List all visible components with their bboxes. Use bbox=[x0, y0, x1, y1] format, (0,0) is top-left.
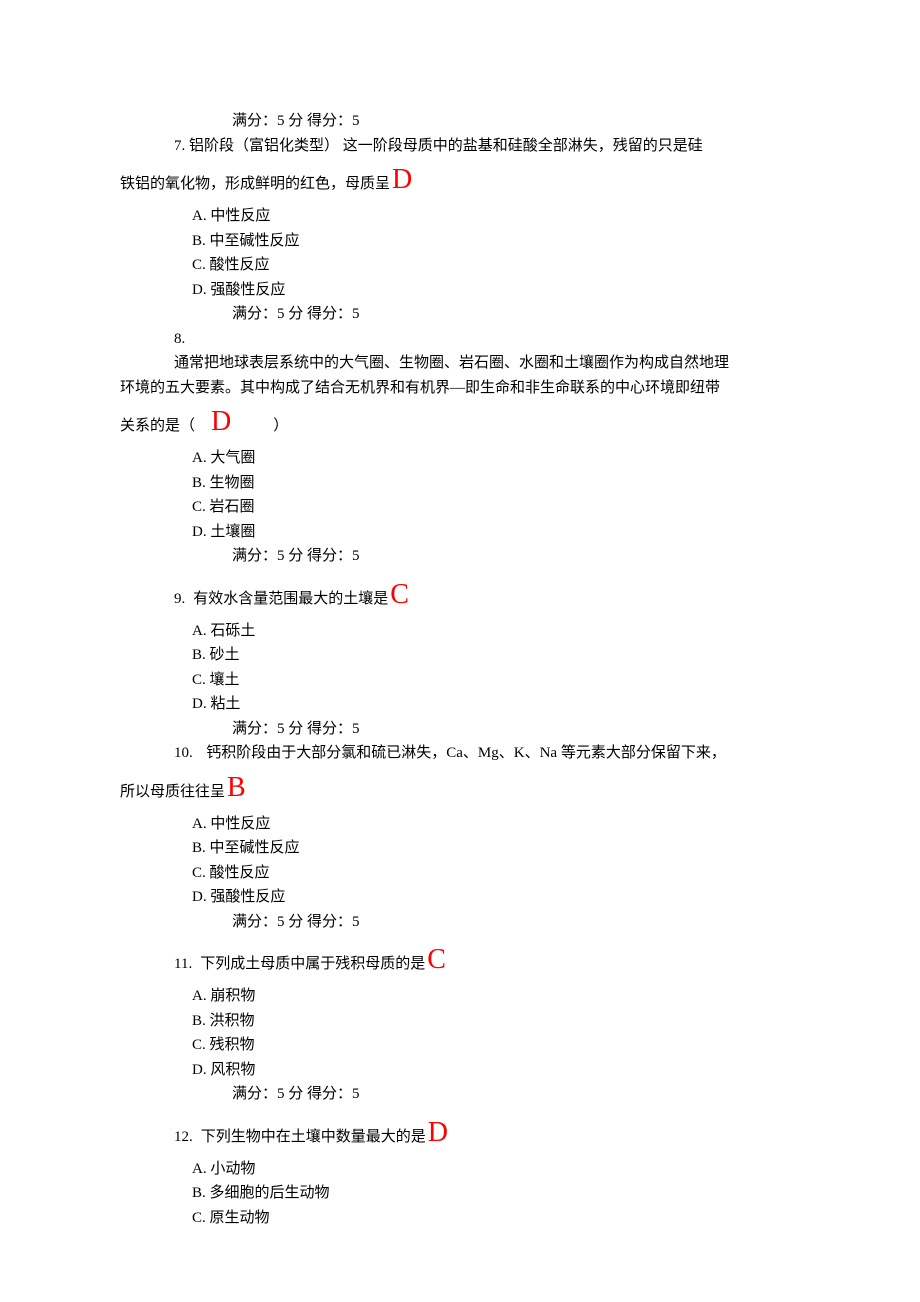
q8-line2: 环境的五大要素。其中构成了结合无机界和有机界—即生命和非生命联系的中心环境即纽带 bbox=[120, 377, 800, 400]
q9-option-a: A. 石砾土 bbox=[192, 620, 800, 643]
q10-option-b: B. 中至碱性反应 bbox=[192, 837, 800, 860]
q8-text3-pre: 关系的是（ bbox=[120, 415, 195, 438]
score-line: 满分：5 分 得分：5 bbox=[232, 110, 800, 133]
q9-line: 9. 有效水含量范围最大的土壤是 C bbox=[174, 574, 800, 616]
score-line-q7: 满分：5 分 得分：5 bbox=[232, 303, 800, 326]
q7-answer: D bbox=[390, 159, 414, 201]
q8-option-c: C. 岩石圈 bbox=[192, 496, 800, 519]
q11-answer: C bbox=[425, 939, 448, 981]
q10-answer: B bbox=[225, 767, 248, 809]
q10-option-c: C. 酸性反应 bbox=[192, 862, 800, 885]
q11-text: 下列成土母质中属于残积母质的是 bbox=[200, 953, 425, 976]
q10-text1: 钙积阶段由于大部分氯和硫已淋失，Ca、Mg、K、Na 等元素大部分保留下来， bbox=[206, 745, 726, 761]
q7-text1: 铝阶段（富铝化类型） 这一阶段母质中的盐基和硅酸全部淋失，残留的只是硅 bbox=[189, 138, 703, 154]
q10-line2: 所以母质往往呈 B bbox=[120, 767, 800, 809]
q10-option-a: A. 中性反应 bbox=[192, 813, 800, 836]
q9-text: 有效水含量范围最大的土壤是 bbox=[193, 588, 388, 611]
q7-line2: 铁铝的氧化物，形成鲜明的红色，母质呈 D bbox=[120, 159, 800, 201]
q8-answer: D bbox=[209, 401, 233, 443]
score-line-q11: 满分：5 分 得分：5 bbox=[232, 1083, 800, 1106]
score-line-q8: 满分：5 分 得分：5 bbox=[232, 545, 800, 568]
q12-line: 12. 下列生物中在土壤中数量最大的是 D bbox=[174, 1112, 800, 1154]
score-line-q10: 满分：5 分 得分：5 bbox=[232, 911, 800, 934]
q11-option-b: B. 洪积物 bbox=[192, 1010, 800, 1033]
q8-line1: 通常把地球表层系统中的大气圈、生物圈、岩石圈、水圈和土壤圈作为构成自然地理 bbox=[174, 352, 800, 375]
q10-text2: 所以母质往往呈 bbox=[120, 781, 225, 804]
q7-num: 7. bbox=[174, 138, 185, 154]
q10-num: 10. bbox=[174, 745, 193, 761]
q12-option-c: C. 原生动物 bbox=[192, 1207, 800, 1230]
q10-option-d: D. 强酸性反应 bbox=[192, 886, 800, 909]
q11-num: 11. bbox=[174, 953, 192, 976]
q8-num-line: 8. bbox=[174, 328, 800, 351]
q8-text3-post: ） bbox=[273, 415, 288, 438]
q11-line: 11. 下列成土母质中属于残积母质的是 C bbox=[174, 939, 800, 981]
q11-option-a: A. 崩积物 bbox=[192, 985, 800, 1008]
q12-answer: D bbox=[426, 1112, 450, 1154]
q8-option-a: A. 大气圈 bbox=[192, 447, 800, 470]
q9-num: 9. bbox=[174, 588, 185, 611]
q9-option-b: B. 砂土 bbox=[192, 644, 800, 667]
q8-option-b: B. 生物圈 bbox=[192, 472, 800, 495]
q7-option-b: B. 中至碱性反应 bbox=[192, 230, 800, 253]
q7-option-a: A. 中性反应 bbox=[192, 205, 800, 228]
q12-text: 下列生物中在土壤中数量最大的是 bbox=[201, 1126, 426, 1149]
q12-option-a: A. 小动物 bbox=[192, 1158, 800, 1181]
q7-option-d: D. 强酸性反应 bbox=[192, 279, 800, 302]
q9-option-c: C. 壤土 bbox=[192, 669, 800, 692]
q12-num: 12. bbox=[174, 1126, 193, 1149]
q9-option-d: D. 粘土 bbox=[192, 693, 800, 716]
q9-answer: C bbox=[388, 574, 411, 616]
q12-option-b: B. 多细胞的后生动物 bbox=[192, 1182, 800, 1205]
q8-line3: 关系的是（ D ） bbox=[120, 401, 800, 443]
q7-text2: 铁铝的氧化物，形成鲜明的红色，母质呈 bbox=[120, 173, 390, 196]
q7-line1: 7. 铝阶段（富铝化类型） 这一阶段母质中的盐基和硅酸全部淋失，残留的只是硅 bbox=[174, 135, 800, 158]
q7-option-c: C. 酸性反应 bbox=[192, 254, 800, 277]
q11-option-d: D. 风积物 bbox=[192, 1059, 800, 1082]
score-line-q9: 满分：5 分 得分：5 bbox=[232, 718, 800, 741]
q10-line1: 10. 钙积阶段由于大部分氯和硫已淋失，Ca、Mg、K、Na 等元素大部分保留下… bbox=[174, 742, 800, 765]
q8-option-d: D. 土壤圈 bbox=[192, 521, 800, 544]
q11-option-c: C. 残积物 bbox=[192, 1034, 800, 1057]
